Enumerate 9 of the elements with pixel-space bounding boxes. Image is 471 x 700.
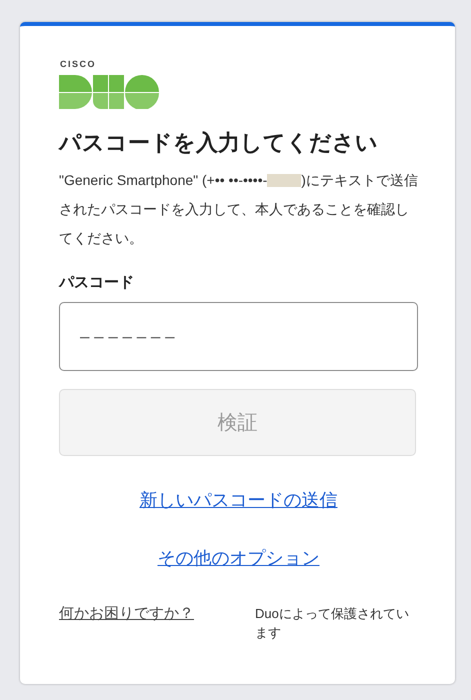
instruction-text: "Generic Smartphone" (+•• ••-••••- )にテキストで送信されたパスコードを入力して、本人であることを確認してください。 (59, 171, 418, 248)
help-link[interactable]: 何かお困りですか？ (59, 604, 255, 624)
protected-by-text: Duoによって保護されています (255, 605, 410, 642)
option-link[interactable]: その他のオプション (158, 546, 320, 570)
field-label: パスコード (59, 273, 134, 293)
passcode-field[interactable]: – – – – – – – (59, 302, 418, 371)
brand-text: CISCO (60, 59, 96, 69)
page-title: パスコードを入力してください (59, 129, 379, 157)
option-link[interactable]: 新しいパスコードの送信 (140, 488, 338, 512)
